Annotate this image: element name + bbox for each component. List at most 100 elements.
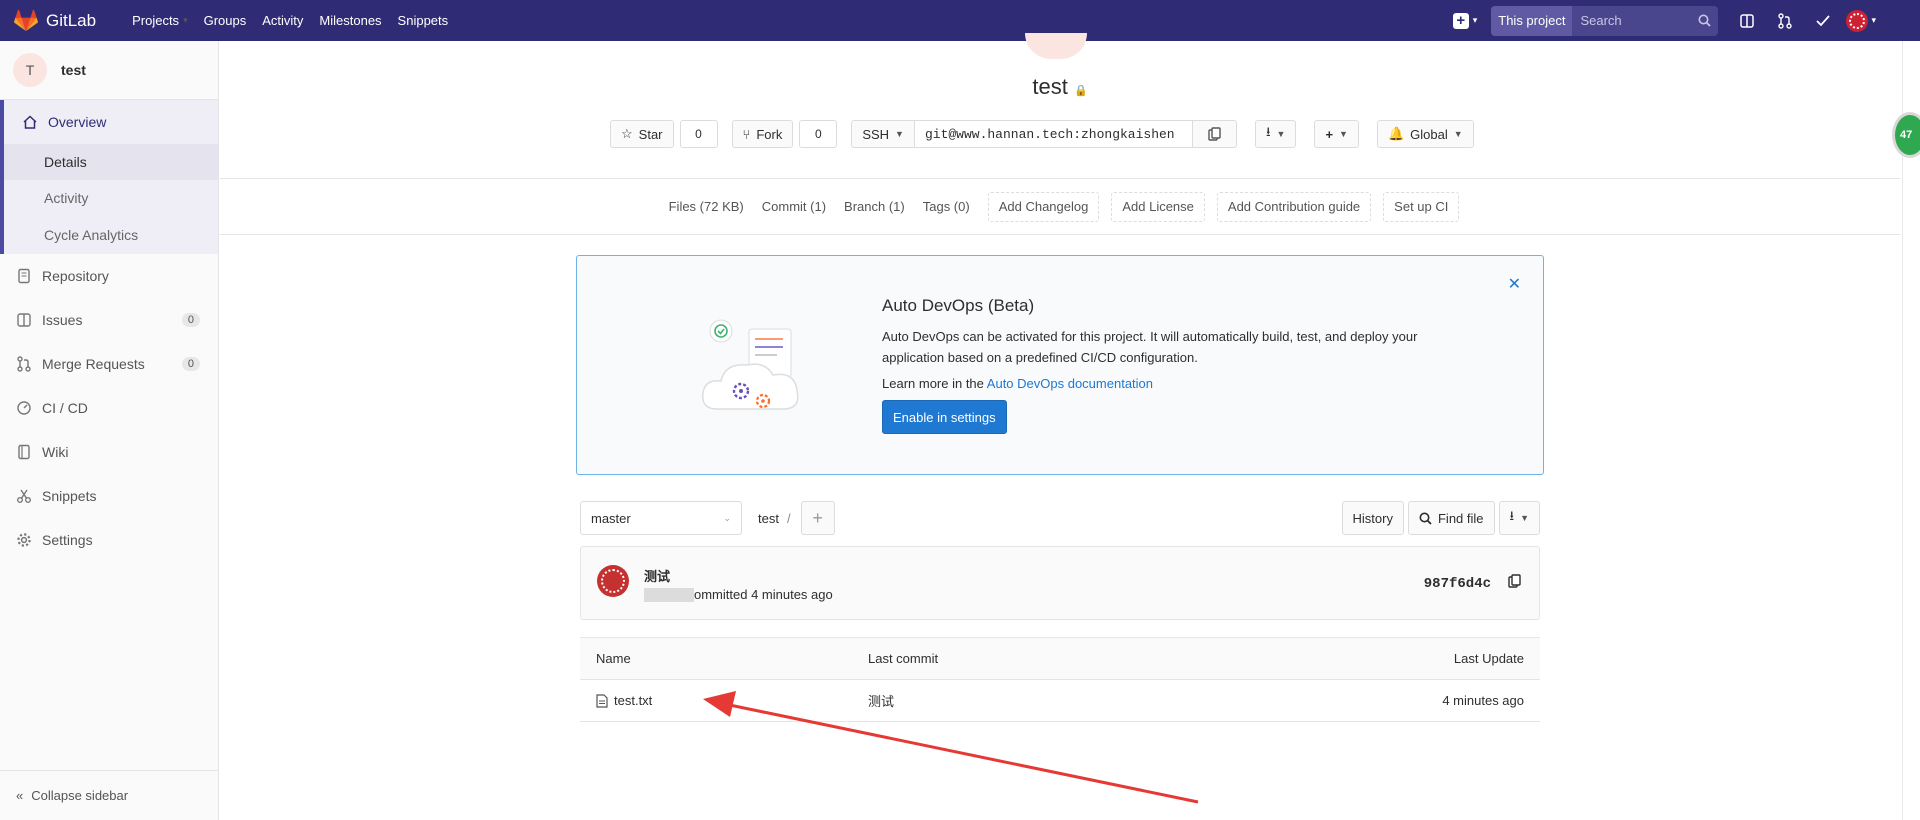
rocket-gauge-icon [17, 401, 31, 415]
scissors-icon [17, 489, 31, 503]
download-icon: ⭳ [1509, 508, 1515, 523]
project-avatar: T [13, 53, 47, 87]
learn-more-prefix: Learn more in the [882, 376, 987, 391]
chevron-down-icon: ▼ [1453, 129, 1463, 139]
project-sidebar: T test Overview Details Activity Cycle A… [0, 41, 219, 820]
star-button[interactable]: ☆ Star [610, 120, 674, 148]
column-last-update: Last Update [1177, 637, 1540, 680]
chevron-down-icon: ▾ [183, 15, 188, 25]
fork-button[interactable]: ⑂ Fork [731, 120, 794, 148]
chevron-down-icon: ▾ [1871, 15, 1876, 25]
sidebar-item-ci-cd[interactable]: CI / CD [0, 386, 218, 430]
user-menu[interactable]: ▾ [1846, 9, 1876, 32]
sidebar-item-snippets[interactable]: Snippets [0, 474, 218, 518]
stat-commits[interactable]: Commit (1) [756, 199, 832, 214]
commit-sha[interactable]: 987f6d4c [1424, 576, 1491, 592]
sidebar-subitem-activity[interactable]: Activity [0, 180, 218, 216]
search-scope-chip[interactable]: This project [1491, 5, 1573, 36]
file-name-cell[interactable]: test.txt [580, 679, 852, 722]
table-header-row: Name Last commit Last Update [580, 637, 1540, 680]
sidebar-subitem-cycle-analytics[interactable]: Cycle Analytics [0, 216, 218, 254]
branch-name: master [591, 510, 631, 526]
stat-files[interactable]: Files (72 KB) [663, 199, 750, 214]
issues-icon [17, 313, 31, 327]
repository-tree-bar: master ⌄ test / + History Find file ⭳ ▼ [580, 501, 1540, 535]
branch-selector[interactable]: master ⌄ [580, 501, 742, 535]
file-last-commit[interactable]: 测试 [852, 679, 1178, 722]
issues-nav-icon[interactable] [1732, 6, 1762, 36]
nav-snippets[interactable]: Snippets [398, 13, 449, 28]
new-dropdown[interactable]: + ▾ [1452, 12, 1477, 29]
download-dropdown[interactable]: ⭳ ▼ [1254, 120, 1297, 148]
sidebar-item-issues[interactable]: Issues 0 [0, 298, 218, 342]
notification-dropdown[interactable]: 🔔 Global ▼ [1376, 120, 1474, 148]
nav-projects[interactable]: Projects ▾ [132, 13, 188, 28]
table-row[interactable]: test.txt 测试 4 minutes ago [580, 679, 1540, 722]
gitlab-tanuki-icon [14, 9, 38, 31]
close-icon[interactable]: ✕ [1508, 274, 1521, 294]
find-file-button[interactable]: Find file [1407, 501, 1495, 535]
column-name: Name [580, 637, 852, 680]
setup-ci-button[interactable]: Set up CI [1383, 191, 1460, 222]
history-button[interactable]: History [1341, 501, 1404, 535]
auto-devops-banner: ✕ Auto DevOps (Beta) Auto DevOps can be … [576, 255, 1544, 475]
search-input[interactable] [1572, 13, 1691, 28]
commit-message[interactable]: 测试 [644, 566, 670, 585]
project-stats-bar: Files (72 KB) Commit (1) Branch (1) Tags… [220, 178, 1900, 235]
copy-sha-button[interactable] [1508, 574, 1521, 591]
clone-protocol-dropdown[interactable]: SSH ▼ [851, 120, 915, 148]
nav-projects-label: Projects [132, 13, 180, 28]
search-icon[interactable] [1690, 14, 1718, 27]
clone-url-group: SSH ▼ [851, 120, 1237, 148]
fork-count[interactable]: 0 [799, 120, 838, 148]
redacted-author [644, 587, 694, 602]
gitlab-logo[interactable]: GitLab [14, 9, 97, 32]
add-to-tree-button[interactable]: + [800, 501, 835, 535]
auto-devops-illustration [702, 319, 799, 410]
bell-icon: 🔔 [1387, 126, 1405, 141]
sidebar-item-wiki[interactable]: Wiki [0, 430, 218, 474]
file-name-link[interactable]: test.txt [614, 693, 652, 708]
sidebar-item-merge-requests[interactable]: Merge Requests 0 [0, 342, 218, 386]
add-license-button[interactable]: Add License [1111, 191, 1205, 222]
stat-branches[interactable]: Branch (1) [838, 199, 911, 214]
breadcrumb[interactable]: test [758, 511, 779, 526]
copy-icon [1508, 574, 1521, 588]
add-changelog-button[interactable]: Add Changelog [987, 191, 1100, 222]
auto-devops-title: Auto DevOps (Beta) [882, 296, 1035, 315]
last-commit-box: 测试 ommitted 4 minutes ago 987f6d4c [580, 546, 1540, 620]
add-dropdown[interactable]: + ▼ [1314, 120, 1359, 148]
copy-icon [1208, 127, 1221, 141]
sidebar-item-overview[interactable]: Overview [0, 100, 218, 144]
search-box: This project [1491, 5, 1719, 36]
sidebar-item-label: Snippets [42, 488, 97, 504]
performance-badge[interactable]: 47 [1892, 112, 1920, 158]
todo-check-icon[interactable] [1808, 6, 1838, 36]
brand-name: GitLab [46, 10, 97, 30]
issues-count-badge: 0 [181, 313, 200, 327]
nav-milestones[interactable]: Milestones [319, 13, 381, 28]
copy-clone-url-button[interactable] [1192, 120, 1237, 148]
commit-author-avatar[interactable] [597, 565, 629, 597]
sidebar-subitem-details[interactable]: Details [0, 144, 218, 180]
column-last-commit: Last commit [852, 637, 1178, 680]
sidebar-project-header[interactable]: T test [0, 41, 218, 100]
add-contribution-guide-button[interactable]: Add Contribution guide [1216, 191, 1372, 222]
clone-url-field[interactable] [914, 120, 1193, 148]
auto-devops-learn-more: Learn more in the Auto DevOps documentat… [882, 376, 1442, 391]
auto-devops-docs-link[interactable]: Auto DevOps documentation [987, 376, 1153, 391]
nav-activity[interactable]: Activity [262, 13, 303, 28]
sidebar-item-settings[interactable]: Settings [0, 518, 218, 562]
collapse-sidebar-button[interactable]: « Collapse sidebar [0, 770, 219, 820]
find-file-label: Find file [1437, 510, 1484, 526]
commit-meta: ommitted 4 minutes ago [644, 587, 833, 602]
nav-groups[interactable]: Groups [204, 13, 247, 28]
top-navbar: GitLab Projects ▾ Groups Activity Milest… [0, 0, 1920, 41]
merge-request-nav-icon[interactable] [1770, 6, 1800, 36]
merge-request-icon [17, 356, 31, 372]
download-archive-dropdown[interactable]: ⭳ ▼ [1498, 501, 1540, 535]
enable-in-settings-button[interactable]: Enable in settings [882, 400, 1007, 434]
sidebar-item-repository[interactable]: Repository [0, 254, 218, 298]
star-count[interactable]: 0 [679, 120, 718, 148]
stat-tags[interactable]: Tags (0) [917, 199, 976, 214]
